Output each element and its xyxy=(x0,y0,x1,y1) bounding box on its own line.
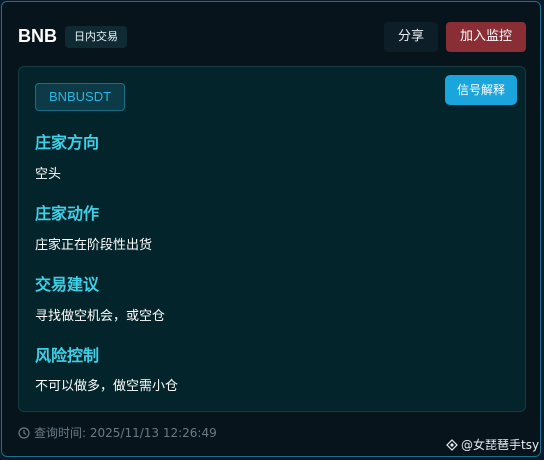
section-title-direction: 庄家方向 xyxy=(35,133,100,152)
section-title-advice: 交易建议 xyxy=(35,275,100,294)
watermark-logo-icon xyxy=(446,438,458,451)
clock-icon xyxy=(18,426,30,439)
watermark: @女琵琶手tsy xyxy=(446,436,539,453)
symbol-title: BNB xyxy=(18,26,57,46)
query-time-text: 查询时间: 2025/11/13 12:26:49 xyxy=(34,426,217,440)
signal-card: BNBUSDT 信号解释 庄家方向 空头 庄家动作 庄家正在阶段性出货 交易建议… xyxy=(18,66,526,412)
section-text-action: 庄家正在阶段性出货 xyxy=(35,238,153,253)
section-title-action: 庄家动作 xyxy=(35,204,100,223)
signal-explain-button[interactable]: 信号解释 xyxy=(445,75,517,105)
query-time: 查询时间: 2025/11/13 12:26:49 xyxy=(18,424,217,441)
section-text-risk: 不可以做多，做空需小仓 xyxy=(35,379,179,394)
section-title-risk: 风险控制 xyxy=(35,346,100,365)
add-monitor-button[interactable]: 加入监控 xyxy=(446,22,526,52)
section-text-advice: 寻找做空机会，或空仓 xyxy=(35,309,166,324)
signal-window: BNB 日内交易 分享 加入监控 BNBUSDT 信号解释 庄家方向 空头 庄家… xyxy=(1,1,541,457)
mode-tag: 日内交易 xyxy=(65,26,127,48)
section-text-direction: 空头 xyxy=(35,167,62,182)
watermark-text: @女琵琶手tsy xyxy=(461,438,540,452)
pair-badge: BNBUSDT xyxy=(35,83,125,111)
share-button[interactable]: 分享 xyxy=(384,22,438,52)
